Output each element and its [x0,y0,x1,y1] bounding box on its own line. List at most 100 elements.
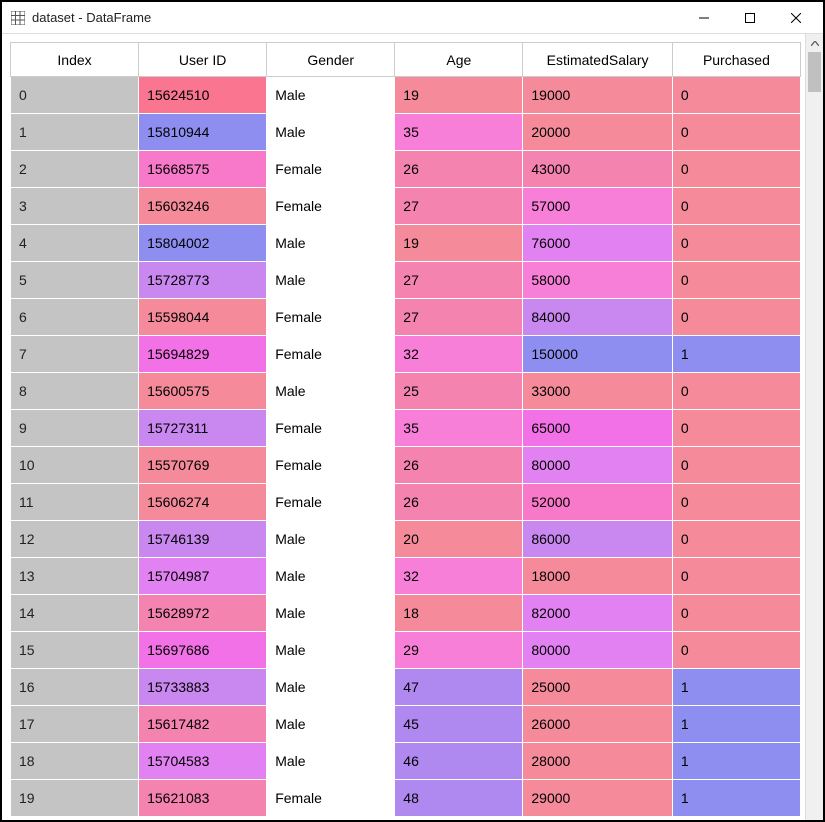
cell-userid[interactable]: 15728773 [139,262,267,299]
cell-userid[interactable]: 15668575 [139,151,267,188]
cell-index[interactable]: 2 [11,151,139,188]
table-row[interactable]: 1315704987Male32180000 [11,558,801,595]
cell-salary[interactable]: 43000 [523,151,672,188]
cell-age[interactable]: 48 [395,780,523,817]
table-row[interactable]: 1415628972Male18820000 [11,595,801,632]
cell-purchased[interactable]: 1 [672,336,800,373]
table-row[interactable]: 215668575Female26430000 [11,151,801,188]
cell-userid[interactable]: 15810944 [139,114,267,151]
cell-salary[interactable]: 76000 [523,225,672,262]
cell-age[interactable]: 20 [395,521,523,558]
cell-gender[interactable]: Female [267,447,395,484]
table-row[interactable]: 1615733883Male47250001 [11,669,801,706]
table-row[interactable]: 615598044Female27840000 [11,299,801,336]
column-header-gender[interactable]: Gender [267,43,395,77]
cell-index[interactable]: 18 [11,743,139,780]
cell-gender[interactable]: Male [267,706,395,743]
cell-gender[interactable]: Female [267,780,395,817]
cell-userid[interactable]: 15603246 [139,188,267,225]
cell-salary[interactable]: 80000 [523,632,672,669]
cell-gender[interactable]: Male [267,225,395,262]
cell-purchased[interactable]: 0 [672,447,800,484]
cell-purchased[interactable]: 0 [672,595,800,632]
cell-salary[interactable]: 29000 [523,780,672,817]
table-row[interactable]: 1915621083Female48290001 [11,780,801,817]
cell-salary[interactable]: 84000 [523,299,672,336]
cell-index[interactable]: 11 [11,484,139,521]
table-row[interactable]: 1515697686Male29800000 [11,632,801,669]
cell-purchased[interactable]: 0 [672,632,800,669]
cell-index[interactable]: 14 [11,595,139,632]
cell-index[interactable]: 4 [11,225,139,262]
cell-index[interactable]: 3 [11,188,139,225]
cell-purchased[interactable]: 0 [672,484,800,521]
table-row[interactable]: 1215746139Male20860000 [11,521,801,558]
cell-purchased[interactable]: 0 [672,558,800,595]
cell-age[interactable]: 26 [395,151,523,188]
cell-age[interactable]: 29 [395,632,523,669]
cell-purchased[interactable]: 0 [672,262,800,299]
cell-index[interactable]: 6 [11,299,139,336]
cell-gender[interactable]: Female [267,336,395,373]
cell-purchased[interactable]: 0 [672,410,800,447]
table-row[interactable]: 515728773Male27580000 [11,262,801,299]
table-row[interactable]: 115810944Male35200000 [11,114,801,151]
cell-age[interactable]: 27 [395,299,523,336]
cell-purchased[interactable]: 0 [672,373,800,410]
cell-index[interactable]: 17 [11,706,139,743]
cell-salary[interactable]: 19000 [523,77,672,114]
column-header-purchased[interactable]: Purchased [672,43,800,77]
cell-index[interactable]: 16 [11,669,139,706]
cell-index[interactable]: 13 [11,558,139,595]
cell-userid[interactable]: 15624510 [139,77,267,114]
scroll-thumb[interactable] [808,52,821,92]
cell-salary[interactable]: 150000 [523,336,672,373]
cell-purchased[interactable]: 0 [672,114,800,151]
column-header-userid[interactable]: User ID [139,43,267,77]
cell-userid[interactable]: 15746139 [139,521,267,558]
cell-age[interactable]: 25 [395,373,523,410]
cell-purchased[interactable]: 0 [672,188,800,225]
cell-gender[interactable]: Female [267,151,395,188]
cell-gender[interactable]: Male [267,632,395,669]
cell-gender[interactable]: Female [267,188,395,225]
cell-index[interactable]: 1 [11,114,139,151]
cell-salary[interactable]: 86000 [523,521,672,558]
cell-index[interactable]: 7 [11,336,139,373]
cell-salary[interactable]: 20000 [523,114,672,151]
table-row[interactable]: 315603246Female27570000 [11,188,801,225]
cell-salary[interactable]: 58000 [523,262,672,299]
cell-userid[interactable]: 15621083 [139,780,267,817]
dataframe-viewport[interactable]: Index User ID Gender Age EstimatedSalary… [2,34,805,820]
cell-userid[interactable]: 15606274 [139,484,267,521]
cell-userid[interactable]: 15727311 [139,410,267,447]
table-row[interactable]: 1115606274Female26520000 [11,484,801,521]
cell-salary[interactable]: 57000 [523,188,672,225]
close-button[interactable] [773,2,819,33]
cell-gender[interactable]: Male [267,262,395,299]
cell-gender[interactable]: Male [267,114,395,151]
column-header-salary[interactable]: EstimatedSalary [523,43,672,77]
cell-salary[interactable]: 65000 [523,410,672,447]
cell-purchased[interactable]: 0 [672,151,800,188]
cell-salary[interactable]: 82000 [523,595,672,632]
cell-age[interactable]: 19 [395,225,523,262]
cell-gender[interactable]: Female [267,410,395,447]
cell-index[interactable]: 9 [11,410,139,447]
cell-age[interactable]: 27 [395,262,523,299]
cell-userid[interactable]: 15733883 [139,669,267,706]
cell-gender[interactable]: Male [267,77,395,114]
table-row[interactable]: 1015570769Female26800000 [11,447,801,484]
cell-age[interactable]: 26 [395,484,523,521]
cell-userid[interactable]: 15704583 [139,743,267,780]
vertical-scrollbar[interactable] [805,34,823,820]
table-row[interactable]: 1715617482Male45260001 [11,706,801,743]
cell-gender[interactable]: Male [267,669,395,706]
cell-userid[interactable]: 15570769 [139,447,267,484]
cell-purchased[interactable]: 1 [672,780,800,817]
cell-userid[interactable]: 15600575 [139,373,267,410]
maximize-button[interactable] [727,2,773,33]
cell-salary[interactable]: 25000 [523,669,672,706]
cell-age[interactable]: 46 [395,743,523,780]
table-row[interactable]: 715694829Female321500001 [11,336,801,373]
